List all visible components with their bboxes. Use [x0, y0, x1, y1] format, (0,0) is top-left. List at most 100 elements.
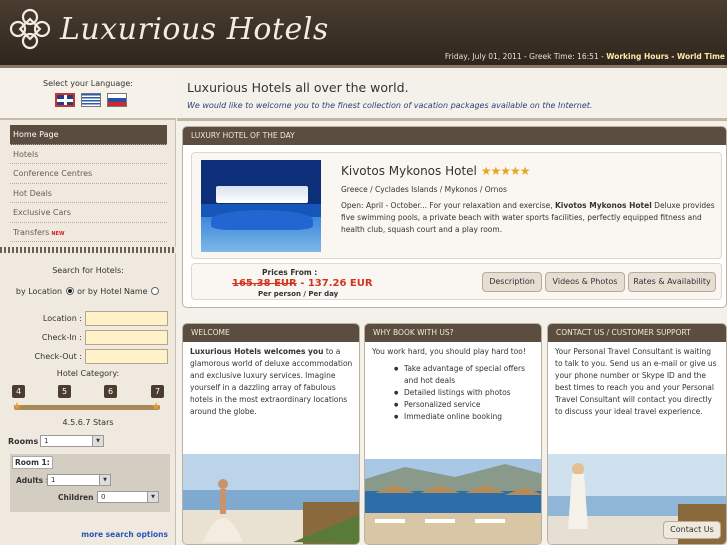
new-price: - 137.26 EUR: [300, 278, 373, 289]
videos-photos-button[interactable]: Videos & Photos: [545, 272, 625, 292]
checkin-label: Check-In :: [41, 333, 82, 342]
search-mode: by Location or by Hotel Name: [0, 287, 176, 296]
location-label: Location :: [42, 314, 82, 323]
list-item: Immediate online booking: [372, 411, 535, 423]
checkout-input[interactable]: [85, 349, 168, 364]
header-status-bar: Friday, July 01, 2011 - Greek Time: 16:5…: [445, 52, 727, 66]
why-book-panel: WHY BOOK WITH US? You work hard, you sho…: [364, 323, 542, 545]
children-select[interactable]: 0 ▼: [97, 491, 159, 503]
panel-header: CONTACT US / CUSTOMER SUPPORT: [548, 324, 726, 342]
contact-panel: CONTACT US / CUSTOMER SUPPORT Your Perso…: [547, 323, 727, 545]
hotel-card: Kivotos Mykonos Hotel ★★★★★ Greece / Cyc…: [191, 152, 722, 259]
nav-item-exclusive-cars[interactable]: Exclusive Cars: [10, 203, 167, 223]
price-row: Prices From : 165.38 EUR - 137.26 EUR Pe…: [191, 263, 722, 300]
left-sidebar: Select your Language: Home Page Hotels C…: [0, 71, 176, 545]
category-title: Hotel Category:: [56, 369, 120, 378]
chevron-down-icon: ▼: [99, 475, 110, 485]
date-time: Friday, July 01, 2011 - Greek Time: 16:5…: [444, 52, 604, 61]
hotel-description: Open: April - October... For your relaxa…: [341, 200, 719, 236]
rates-availability-button[interactable]: Rates & Availability: [628, 272, 716, 292]
panel-header: WHY BOOK WITH US?: [365, 324, 541, 342]
welcome-text: Luxurious Hotels welcomes you to a glamo…: [190, 346, 353, 418]
adults-value: 1: [51, 476, 56, 484]
why-list: Take advantage of special offers and hot…: [372, 363, 535, 423]
children-value: 0: [101, 493, 106, 501]
room-tab: Room 1:: [12, 456, 53, 469]
hotel-photo[interactable]: [201, 160, 321, 252]
star-label-7: 7: [151, 385, 164, 398]
nav-item-label: Transfers: [13, 227, 50, 237]
old-price: 165.38 EUR: [232, 278, 297, 289]
nav-item-conference-centres[interactable]: Conference Centres: [10, 164, 167, 184]
by-location-radio[interactable]: [65, 287, 74, 295]
hotel-of-day-panel: LUXURY HOTEL OF THE DAY Kivotos Mykonos …: [182, 126, 727, 308]
contact-text: Your Personal Travel Consultant is waiti…: [555, 347, 717, 416]
nav-item-home[interactable]: Home Page: [10, 125, 167, 145]
by-location-label: by Location: [15, 287, 63, 296]
why-text: You work hard, you should play hard too!…: [372, 346, 535, 423]
location-input[interactable]: [85, 311, 168, 326]
list-item: Take advantage of special offers and hot…: [372, 363, 535, 387]
uk-flag-icon[interactable]: [55, 93, 75, 107]
world-time-link[interactable]: - World Time: [671, 52, 725, 61]
description-button[interactable]: Description: [482, 272, 542, 292]
divider: [0, 247, 176, 253]
children-label: Children :: [58, 493, 100, 502]
by-name-label: or by Hotel Name: [77, 287, 148, 296]
adults-select[interactable]: 1 ▼: [47, 474, 111, 486]
stars-range-text: 4.5.6.7 Stars: [62, 418, 114, 427]
hotel-name-row: Kivotos Mykonos Hotel ★★★★★: [341, 164, 531, 178]
rooms-value: 1: [44, 437, 49, 445]
main-content: Luxurious Hotels all over the world. We …: [177, 71, 727, 545]
contact-us-button[interactable]: Contact Us: [663, 521, 721, 539]
slider-min-star-icon[interactable]: ★: [12, 401, 22, 412]
checkout-label: Check-Out :: [34, 352, 82, 361]
russia-flag-icon[interactable]: [107, 93, 127, 107]
why-photo: [365, 459, 541, 544]
logo-icon: [9, 8, 51, 50]
panel-header: LUXURY HOTEL OF THE DAY: [183, 127, 726, 145]
brand-name[interactable]: Luxurious Hotels: [60, 12, 329, 47]
site-header: Luxurious Hotels Friday, July 01, 2011 -…: [0, 0, 727, 68]
hotel-location: Greece / Cyclades Islands / Mykonos / Or…: [341, 185, 507, 194]
hotel-name[interactable]: Kivotos Mykonos Hotel: [341, 164, 477, 178]
panel-header: WELCOME: [183, 324, 359, 342]
checkin-input[interactable]: [85, 330, 168, 345]
welcome-photo: [183, 454, 359, 544]
nav-item-transfers[interactable]: Transfers NEW: [10, 223, 167, 242]
price-value: 165.38 EUR - 137.26 EUR: [232, 278, 373, 289]
chevron-down-icon: ▼: [147, 492, 158, 502]
list-item: Detailed listings with photos: [372, 387, 535, 399]
desc-text: Open: April - October... For your relaxa…: [341, 201, 553, 210]
divider: [177, 118, 727, 121]
star-rating-icon: ★★★★★: [480, 164, 531, 178]
working-hours-link[interactable]: Working Hours: [606, 52, 669, 61]
main-nav: Home Page Hotels Conference Centres Hot …: [10, 125, 167, 242]
star-label-5: 5: [58, 385, 71, 398]
welcome-body: to a glamorous world of deluxe accommoda…: [190, 347, 353, 416]
new-badge: NEW: [51, 230, 65, 237]
nav-item-hot-deals[interactable]: Hot Deals: [10, 184, 167, 203]
category-slider[interactable]: [14, 405, 160, 410]
prices-from-label: Prices From :: [262, 268, 318, 277]
page-subtitle: We would like to welcome you to the fine…: [187, 101, 593, 110]
nav-item-hotels[interactable]: Hotels: [10, 145, 167, 164]
welcome-panel: WELCOME Luxurious Hotels welcomes you to…: [182, 323, 360, 545]
price-unit: Per person / Per day: [258, 290, 339, 298]
rooms-select[interactable]: 1 ▼: [40, 435, 104, 447]
star-label-6: 6: [104, 385, 117, 398]
greece-flag-icon[interactable]: [81, 93, 101, 107]
list-item: Personalized service: [372, 399, 535, 411]
chevron-down-icon: ▼: [92, 436, 103, 446]
language-title: Select your Language:: [43, 79, 133, 88]
why-intro: You work hard, you should play hard too!: [372, 347, 526, 356]
more-search-options-link[interactable]: more search options: [81, 530, 168, 539]
search-title: Search for Hotels:: [52, 266, 124, 275]
star-label-4: 4: [12, 385, 25, 398]
by-name-radio[interactable]: [151, 287, 160, 295]
desc-hotel-name: Kivotos Mykonos Hotel: [555, 201, 652, 210]
page-title: Luxurious Hotels all over the world.: [187, 80, 409, 95]
welcome-bold: Luxurious Hotels welcomes you: [190, 347, 324, 356]
slider-max-star-icon[interactable]: ★: [151, 401, 161, 412]
language-selector: Select your Language:: [0, 71, 176, 120]
